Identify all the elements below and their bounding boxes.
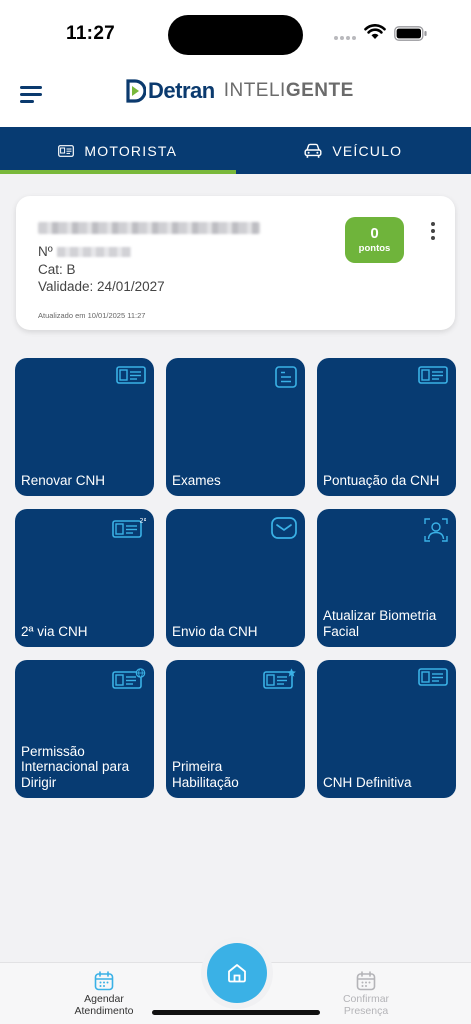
service-label: Primeira Habilitação — [172, 759, 239, 790]
mail-icon — [271, 517, 297, 539]
cellular-signal-icon — [334, 36, 356, 40]
app-logo: Detran INTELI GENTE — [126, 78, 354, 104]
nav-agendar-atendimento[interactable]: Agendar Atendimento — [59, 971, 149, 1017]
face-scan-icon — [424, 518, 448, 542]
service-segunda-via-cnh[interactable]: 2ª 2ª via CNH — [15, 509, 154, 647]
id-card-icon — [116, 366, 146, 384]
points-label: pontos — [358, 243, 391, 254]
license-summary-card: Nº Cat: B Validade: 24/01/2027 Atualizad… — [16, 196, 455, 330]
service-cnh-definitiva[interactable]: CNH Definitiva — [317, 660, 456, 798]
home-icon — [228, 964, 246, 983]
points-value: 0 — [370, 225, 379, 242]
service-pontuacao-cnh[interactable]: Pontuação da CNH — [317, 358, 456, 496]
tab-veiculo[interactable]: VEÍCULO — [236, 127, 471, 174]
nav-confirmar-presenca[interactable]: Confirmar Presença — [321, 971, 411, 1017]
license-card-icon — [58, 144, 75, 157]
service-exames[interactable]: Exames — [166, 358, 305, 496]
tab-bar: MOTORISTA VEÍCULO — [0, 127, 471, 174]
license-category: Cat: B — [38, 262, 76, 277]
dynamic-island — [168, 15, 303, 55]
tab-motorista[interactable]: MOTORISTA — [0, 127, 236, 174]
redacted-license-number — [56, 247, 131, 258]
service-label: 2ª via CNH — [21, 623, 88, 639]
service-permissao-internacional[interactable]: Permissão Internacional para Dirigir — [15, 660, 154, 798]
license-number-label: Nº — [38, 244, 53, 259]
license-number-row: Nº — [38, 244, 131, 259]
service-label: Renovar CNH — [21, 472, 106, 488]
brand-name: Detran — [148, 78, 215, 103]
status-time: 11:27 — [66, 23, 116, 44]
service-label: CNH Definitiva — [323, 774, 412, 790]
id-card-star-icon — [263, 668, 296, 689]
service-envio-cnh[interactable]: Envio da CNH — [166, 509, 305, 647]
wifi-icon — [364, 24, 386, 39]
second-copy-badge: 2ª — [140, 517, 147, 525]
document-icon — [275, 366, 297, 388]
home-indicator — [152, 1010, 320, 1015]
calendar-icon — [356, 971, 376, 991]
status-bar: 11:27 — [0, 0, 471, 62]
detran-logo-icon — [126, 79, 146, 103]
calendar-icon — [94, 971, 114, 991]
license-validity: Validade: 24/01/2027 — [38, 279, 165, 294]
car-icon — [304, 143, 322, 158]
id-card-second-copy-icon: 2ª — [112, 517, 147, 538]
product-name-light: INTELI — [223, 80, 286, 101]
product-name-bold: GENTE — [285, 80, 354, 101]
redacted-driver-name — [38, 222, 260, 234]
id-card-icon — [418, 668, 448, 686]
id-card-globe-icon — [112, 668, 146, 689]
service-label: Atualizar Biometria Facial — [323, 608, 437, 639]
service-label: Pontuação da CNH — [323, 472, 440, 488]
points-badge[interactable]: 0 pontos — [345, 217, 404, 263]
last-updated: Atualizado em 10/01/2025 11:27 — [38, 311, 146, 320]
tab-motorista-label: MOTORISTA — [84, 142, 178, 159]
service-label: Envio da CNH — [172, 623, 258, 639]
tab-veiculo-label: VEÍCULO — [332, 142, 403, 159]
service-atualizar-biometria[interactable]: Atualizar Biometria Facial — [317, 509, 456, 647]
hamburger-menu-icon[interactable] — [20, 84, 44, 104]
id-card-icon — [418, 366, 448, 384]
battery-icon — [394, 26, 427, 41]
more-options-icon[interactable] — [429, 222, 437, 242]
nav-label: Agendar Atendimento — [74, 993, 134, 1017]
app-header: Detran INTELI GENTE — [0, 62, 471, 127]
service-label: Permissão Internacional para Dirigir — [21, 743, 130, 790]
service-label: Exames — [172, 472, 221, 488]
home-button[interactable] — [207, 943, 267, 1003]
nav-label: Confirmar Presença — [342, 993, 390, 1017]
service-renovar-cnh[interactable]: Renovar CNH — [15, 358, 154, 496]
service-primeira-habilitacao[interactable]: Primeira Habilitação — [166, 660, 305, 798]
